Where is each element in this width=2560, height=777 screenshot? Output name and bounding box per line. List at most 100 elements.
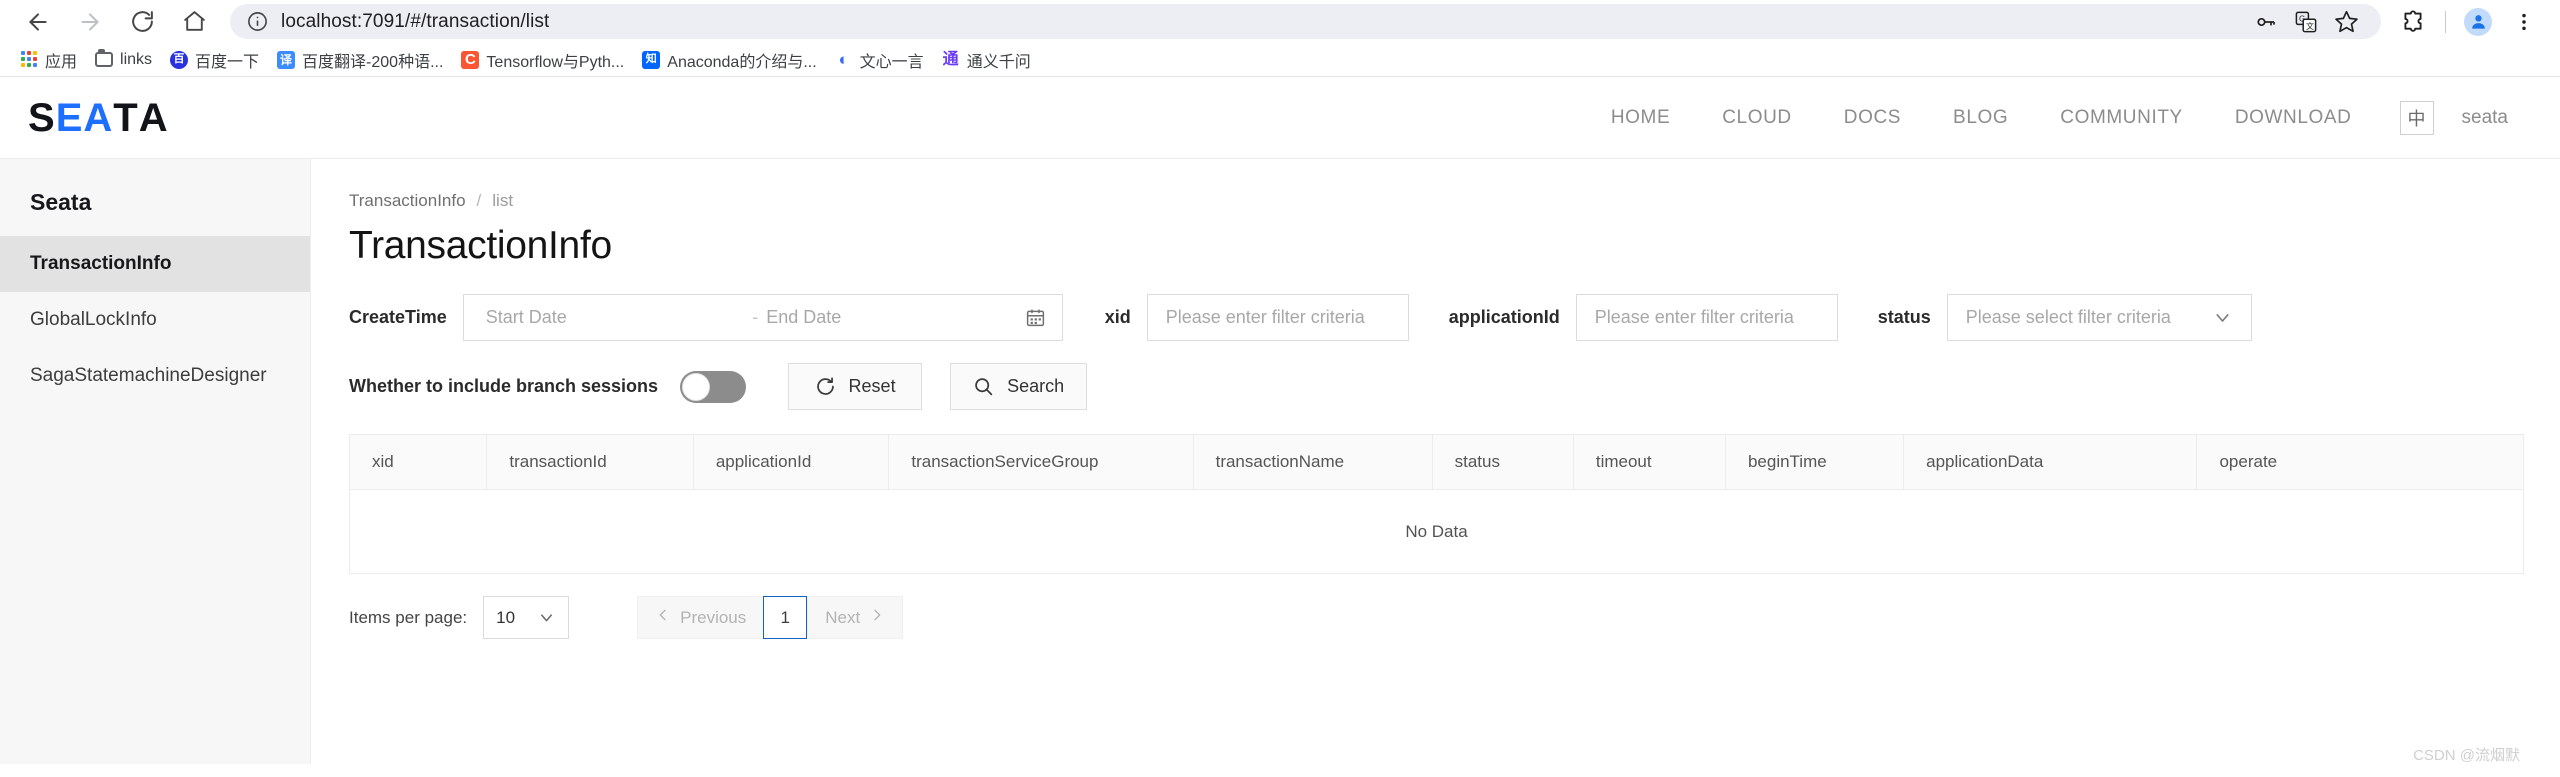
sidebar-item-transactioninfo[interactable]: TransactionInfo	[0, 236, 310, 292]
nav-item-blog[interactable]: BLOG	[1927, 107, 2034, 129]
column-header-begintime[interactable]: beginTime	[1725, 435, 1905, 490]
chevron-down-icon	[2212, 307, 2233, 328]
column-header-timeout[interactable]: timeout	[1573, 435, 1726, 490]
bookmark-links[interactable]: links	[87, 47, 160, 73]
status-label: status	[1877, 307, 1931, 327]
nav-item-home[interactable]: HOME	[1585, 107, 1696, 129]
user-name-label[interactable]: seata	[2462, 107, 2516, 129]
items-per-page-label: Items per page:	[349, 607, 468, 627]
sidebar-item-globallockinfo[interactable]: GlobalLockInfo	[0, 292, 310, 348]
home-button[interactable]	[170, 2, 218, 42]
branch-sessions-label: Whether to include branch sessions	[349, 376, 659, 396]
breadcrumb-root[interactable]: TransactionInfo	[349, 191, 466, 211]
search-icon	[973, 376, 994, 397]
column-header-transactionid[interactable]: transactionId	[486, 435, 694, 490]
bookmark-label: 百度翻译-200种语...	[302, 53, 444, 71]
reset-button-label: Reset	[848, 376, 896, 396]
branch-sessions-toggle[interactable]	[680, 370, 747, 403]
sidebar-brand: Seata	[30, 189, 92, 215]
chevron-down-icon	[537, 608, 556, 627]
column-header-applicationdata[interactable]: applicationData	[1903, 435, 2198, 490]
createtime-label: CreateTime	[349, 307, 447, 327]
createtime-daterange-picker[interactable]: Start Date - End Date	[462, 294, 1063, 341]
profile-avatar[interactable]	[2456, 2, 2500, 42]
applicationid-input[interactable]: Please enter filter criteria	[1575, 294, 1838, 341]
omnibox-actions: G文	[2247, 5, 2365, 39]
calendar-icon[interactable]	[1025, 307, 1046, 328]
bookmark-anaconda[interactable]: 知 Anaconda的介绍与...	[634, 44, 824, 76]
bookmark-wenxin[interactable]: ◐ 文心一言	[827, 44, 932, 76]
pagination: Items per page: 10 Previous 1 Next	[349, 574, 2524, 639]
apps-grid-icon	[20, 50, 38, 69]
column-header-transactionservicegroup[interactable]: transactionServiceGroup	[888, 435, 1194, 490]
nav-item-docs[interactable]: DOCS	[1818, 107, 1927, 129]
toolbar-divider	[2445, 10, 2446, 33]
bookmark-label: 应用	[45, 53, 78, 71]
column-header-operate[interactable]: operate	[2196, 435, 2523, 490]
sidebar-item-label: GlobalLockInfo	[30, 309, 157, 330]
bookmark-tongyi[interactable]: 通 通义千问	[934, 44, 1039, 76]
bookmark-tensorflow[interactable]: C Tensorflow与Pyth...	[453, 44, 632, 76]
language-toggle-button[interactable]: 中	[2399, 100, 2434, 135]
tongyi-icon: 通	[941, 50, 960, 69]
bookmark-label: links	[120, 50, 153, 68]
sidebar-item-sagastatemachinedesigner[interactable]: SagaStatemachineDesigner	[0, 348, 310, 404]
seata-logo[interactable]: SEATA	[28, 98, 169, 138]
start-date-input[interactable]: Start Date	[486, 307, 745, 328]
page-size-select[interactable]: 10	[483, 596, 570, 639]
translate-icon[interactable]: G文	[2287, 5, 2325, 39]
reload-button[interactable]	[118, 2, 166, 42]
end-date-input[interactable]: End Date	[766, 307, 1025, 328]
page-number-1[interactable]: 1	[763, 596, 808, 639]
address-bar[interactable]: localhost:7091/#/transaction/list G文	[230, 4, 2381, 39]
bookmark-label: Tensorflow与Pyth...	[486, 53, 625, 71]
baidu-icon: 百	[170, 50, 189, 69]
csdn-icon: C	[461, 50, 480, 69]
sidebar-item-label: SagaStatemachineDesigner	[30, 365, 267, 386]
bookmark-star-icon[interactable]	[2327, 5, 2365, 39]
date-range-dash: -	[752, 307, 759, 327]
more-menu-icon[interactable]	[2502, 2, 2546, 42]
column-header-status[interactable]: status	[1432, 435, 1574, 490]
page-title: TransactionInfo	[349, 224, 612, 267]
forward-button[interactable]	[66, 2, 114, 42]
search-button[interactable]: Search	[950, 363, 1088, 410]
status-select[interactable]: Please select filter criteria	[1946, 294, 2252, 341]
nav-item-cloud[interactable]: CLOUD	[1696, 107, 1818, 129]
site-info-icon[interactable]	[246, 10, 269, 33]
password-key-icon[interactable]	[2247, 5, 2285, 39]
bookmark-baidu[interactable]: 百 百度一下	[162, 44, 267, 76]
column-header-transactionname[interactable]: transactionName	[1193, 435, 1433, 490]
reset-button[interactable]: Reset	[788, 363, 923, 410]
column-header-applicationid[interactable]: applicationId	[693, 435, 890, 490]
chevron-right-icon	[869, 607, 885, 628]
url-text: localhost:7091/#/transaction/list	[281, 10, 550, 32]
breadcrumb-current: list	[492, 191, 514, 210]
column-header-xid[interactable]: xid	[350, 435, 488, 490]
applicationid-input-placeholder: Please enter filter criteria	[1594, 307, 1794, 327]
sidebar: Seata TransactionInfo GlobalLockInfo Sag…	[0, 159, 311, 764]
applicationid-label: applicationId	[1448, 307, 1560, 327]
previous-page-button[interactable]: Previous	[637, 596, 764, 639]
bookmark-label: 通义千问	[966, 53, 1031, 71]
nav-item-download[interactable]: DOWNLOAD	[2209, 107, 2378, 129]
extensions-icon[interactable]	[2391, 2, 2435, 42]
browser-chrome: localhost:7091/#/transaction/list G文 应用 …	[0, 0, 2560, 77]
breadcrumb: TransactionInfo / list	[349, 191, 2524, 211]
svg-text:文: 文	[2306, 20, 2314, 30]
table-empty-row: No Data	[350, 489, 2523, 574]
next-page-button[interactable]: Next	[807, 596, 904, 639]
status-select-placeholder: Please select filter criteria	[1965, 307, 2171, 327]
back-button[interactable]	[14, 2, 62, 42]
bookmark-apps[interactable]: 应用	[12, 44, 85, 76]
nav-item-community[interactable]: COMMUNITY	[2034, 107, 2209, 129]
search-button-label: Search	[1007, 376, 1065, 396]
chevron-left-icon	[655, 607, 671, 628]
top-nav: HOME CLOUD DOCS BLOG COMMUNITY DOWNLOAD …	[1585, 100, 2516, 135]
xid-input[interactable]: Please enter filter criteria	[1146, 294, 1409, 341]
browser-toolbar: localhost:7091/#/transaction/list G文	[0, 0, 2560, 43]
toolbar-right-actions	[2391, 2, 2546, 42]
bookmark-baidu-fanyi[interactable]: 译 百度翻译-200种语...	[269, 44, 451, 76]
filter-bar: CreateTime Start Date - End Date xid Ple…	[349, 294, 2524, 341]
action-bar: Whether to include branch sessions Reset…	[349, 363, 2524, 410]
